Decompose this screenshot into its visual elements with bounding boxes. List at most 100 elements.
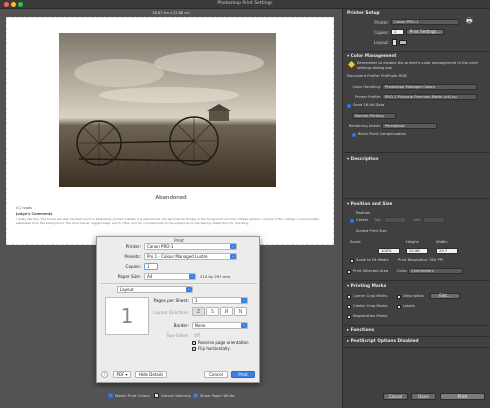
- s-layout-icon[interactable]: S: [206, 307, 219, 316]
- edit-description-button[interactable]: Edit...: [430, 293, 460, 299]
- printer-label: Printer:: [125, 244, 141, 249]
- match-print-colors-label: Match Print Colors: [115, 393, 150, 398]
- show-paper-white-label: Show Paper White: [200, 393, 235, 398]
- print-dialog: Print Printer: Canon PRO-1 ⌄ Presets: Pro…: [96, 236, 260, 383]
- print-selected-area-checkbox[interactable]: [347, 270, 351, 274]
- printer-setup-heading: Printer Setup: [347, 11, 380, 16]
- cancel-button[interactable]: Cancel: [383, 393, 408, 400]
- units-label: Units:: [397, 269, 408, 273]
- normal-printing-select[interactable]: Normal Printing: [352, 113, 396, 119]
- center-crop-marks-checkbox[interactable]: [347, 305, 351, 309]
- color-handling-label: Color Handling:: [352, 85, 381, 89]
- printer-setup-printer-label: Printer:: [374, 20, 389, 25]
- dialog-cancel-button[interactable]: Cancel: [204, 371, 228, 378]
- position-size-heading-text: Position and Size: [350, 202, 393, 207]
- description-checkbox[interactable]: [397, 295, 401, 299]
- top-input[interactable]: [384, 217, 406, 223]
- paper-size-label: Paper Size:: [117, 274, 141, 279]
- copies-label: Copies:: [125, 264, 141, 269]
- window-title: Photoshop Print Settings: [217, 1, 273, 6]
- presets-select-value: Pro 1 - Colour Managed Lustre: [147, 254, 208, 259]
- layout-direction-label: Layout Direction:: [153, 310, 189, 315]
- send-16bit-label: Send 16-bit Data: [353, 103, 385, 107]
- height-input[interactable]: 20.98: [406, 248, 428, 254]
- color-handling-value: Photoshop Manages Colors: [385, 85, 435, 89]
- postscript-heading[interactable]: ▸ PostScript Options Disabled: [347, 339, 419, 344]
- gamut-warning-checkbox[interactable]: [154, 393, 159, 398]
- rendering-intent-value: Perceptual: [385, 124, 405, 128]
- width-input[interactable]: 29.7: [436, 248, 458, 254]
- portrait-orientation-icon[interactable]: [392, 39, 397, 46]
- section-select[interactable]: Layout ⌄: [117, 286, 193, 293]
- printer-icon[interactable]: 🖶: [466, 18, 473, 25]
- photo-preview[interactable]: [59, 33, 276, 187]
- color-management-heading[interactable]: ▾ Color Management: [347, 54, 396, 59]
- postscript-heading-text: PostScript Options Disabled: [350, 339, 419, 344]
- section-select-value: Layout: [120, 287, 134, 292]
- copies-input[interactable]: 1: [144, 263, 158, 270]
- left-input[interactable]: [423, 217, 445, 223]
- printer-setup-printer-value: Canon PRO-1: [394, 20, 419, 24]
- units-select[interactable]: Centimeters: [408, 268, 463, 274]
- hide-details-button[interactable]: Hide Details: [135, 371, 167, 378]
- printing-marks-heading[interactable]: ▾ Printing Marks: [347, 284, 386, 289]
- border-select-value: None: [195, 323, 206, 328]
- two-sided-label: Two-Sided:: [166, 333, 189, 338]
- printer-profile-select[interactable]: PRO-1 Pinnacle Premium Matte (v4).icc: [382, 94, 477, 100]
- color-management-reminder: Remember to disable the printer's color …: [357, 61, 478, 70]
- document-profile: Document Profile: ProPhoto RGB: [347, 74, 407, 78]
- width-label: Width:: [436, 240, 448, 244]
- pages-per-sheet-select[interactable]: 1 ⌄: [192, 297, 248, 304]
- scale-input[interactable]: 100%: [378, 248, 400, 254]
- labels-checkbox[interactable]: [397, 305, 401, 309]
- z-layout-icon[interactable]: Z: [192, 307, 205, 316]
- done-button[interactable]: Done: [411, 393, 436, 400]
- page-number-preview: 1: [120, 304, 134, 328]
- divider: [342, 325, 490, 326]
- color-handling-select[interactable]: Photoshop Manages Colors: [382, 84, 477, 90]
- print-button[interactable]: Print: [440, 393, 485, 400]
- flip-horizontally-checkbox[interactable]: [192, 347, 196, 351]
- black-point-checkbox[interactable]: [352, 133, 356, 137]
- functions-heading[interactable]: ▸ Functions: [347, 328, 374, 333]
- chevron-down-icon: ⌄: [241, 323, 247, 328]
- border-select[interactable]: None ⌄: [192, 322, 248, 329]
- print-settings-button[interactable]: Print Settings...: [406, 29, 444, 35]
- paper-size-select[interactable]: A4 ⌄: [144, 273, 196, 280]
- scale-to-fit-label: Scale to Fit Media: [356, 258, 389, 262]
- landscape-orientation-icon[interactable]: [399, 40, 407, 45]
- corner-crop-marks-label: Corner Crop Marks: [353, 294, 388, 298]
- two-sided-value: Off: [194, 333, 200, 338]
- divider: [342, 51, 490, 52]
- match-print-colors-checkbox[interactable]: [108, 393, 113, 398]
- divider: [342, 152, 490, 153]
- dialog-print-button[interactable]: Print: [231, 371, 255, 378]
- comments-heading: Judge's Comments: [16, 212, 53, 216]
- scale-to-fit-checkbox[interactable]: [350, 259, 354, 263]
- printer-select[interactable]: Canon PRO-1 ⌄: [144, 243, 237, 250]
- corner-crop-marks-checkbox[interactable]: [347, 295, 351, 299]
- printer-setup-printer-select[interactable]: Canon PRO-1: [391, 19, 459, 25]
- n-layout-icon[interactable]: И: [220, 307, 233, 316]
- presets-select[interactable]: Pro 1 - Colour Managed Lustre ⌄: [144, 253, 237, 260]
- center-checkbox[interactable]: [350, 219, 354, 223]
- black-point-label: Black Point Compensation: [358, 132, 407, 136]
- scale-label: Scale:: [350, 240, 362, 244]
- help-button[interactable]: ?: [101, 371, 108, 378]
- photo-image: [59, 33, 276, 187]
- printer-profile-label: Printer Profile:: [354, 95, 381, 99]
- reverse-n-layout-icon[interactable]: N: [234, 307, 247, 316]
- position-size-heading[interactable]: ▾ Position and Size: [347, 202, 393, 207]
- printer-setup-copies-input[interactable]: 1: [391, 29, 404, 35]
- reverse-orientation-checkbox[interactable]: [192, 341, 196, 345]
- show-paper-white-checkbox[interactable]: [193, 393, 198, 398]
- pdf-menu-button[interactable]: PDF ▾: [113, 371, 131, 378]
- chevron-down-icon: ⌄: [230, 254, 236, 259]
- print-selected-area-label: Print Selected Area: [353, 269, 389, 273]
- print-resolution: Print Resolution: 300 PPI: [398, 258, 444, 262]
- registration-marks-checkbox[interactable]: [347, 315, 351, 319]
- rendering-intent-select[interactable]: Perceptual: [382, 123, 437, 129]
- send-16bit-checkbox[interactable]: [347, 104, 351, 108]
- description-heading[interactable]: ▾ Description: [347, 157, 378, 162]
- position-label: Position: [356, 211, 371, 215]
